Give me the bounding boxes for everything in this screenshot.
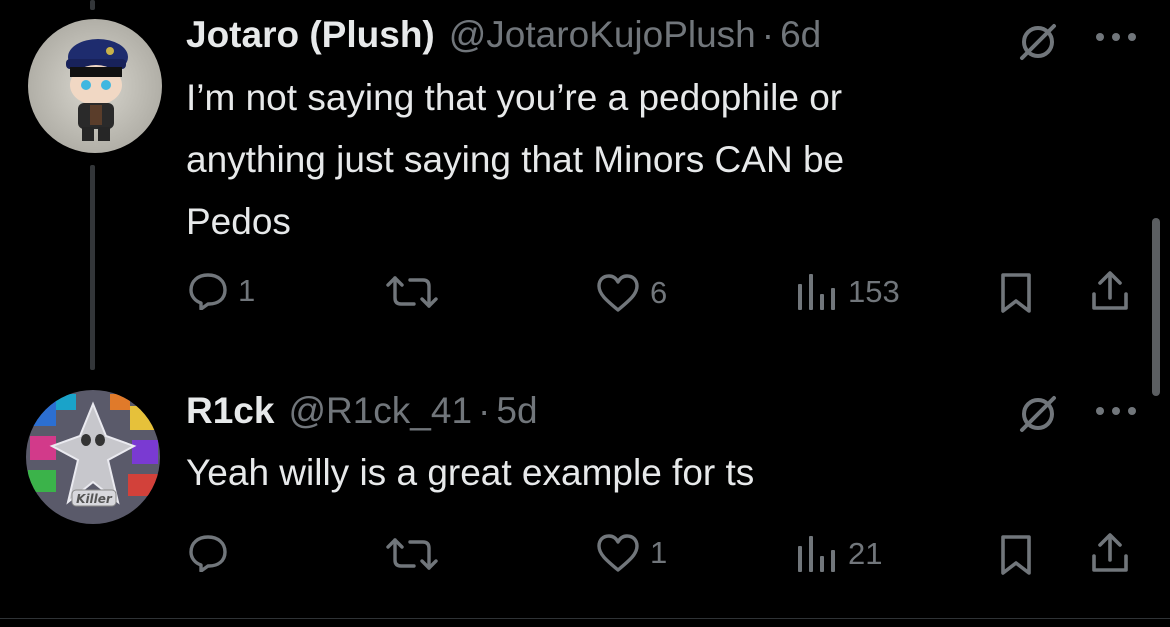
avatar-text: Killer	[76, 492, 113, 506]
like-count: 1	[650, 535, 668, 570]
tweet-text: Yeah willy is a great example for ts	[186, 442, 1086, 504]
reply-button[interactable]	[188, 534, 238, 572]
views-count: 153	[848, 274, 900, 309]
share-button[interactable]	[1090, 270, 1130, 312]
display-name[interactable]: Jotaro (Plush)	[186, 14, 435, 56]
reply-icon	[189, 535, 227, 572]
retweet-icon	[386, 538, 438, 570]
timestamp[interactable]: 6d	[780, 14, 821, 56]
like-button[interactable]: 1	[596, 534, 667, 572]
timestamp[interactable]: 5d	[496, 390, 537, 432]
tweet-text-line: Pedos	[186, 201, 291, 242]
share-button[interactable]	[1090, 532, 1130, 574]
tweet-header: R1ck @R1ck_41 · 5d	[186, 390, 538, 432]
separator: ·	[478, 390, 491, 431]
tweet-text-line: I’m not saying that you’re a pedophile o…	[186, 77, 843, 118]
retweet-button[interactable]	[386, 276, 448, 308]
more-icon[interactable]	[1094, 30, 1138, 49]
reply-button[interactable]: 1	[188, 272, 255, 310]
scrollbar[interactable]	[1152, 218, 1160, 396]
username[interactable]: @JotaroKujoPlush	[449, 14, 756, 56]
views-icon	[798, 536, 835, 572]
separator: ·	[761, 14, 775, 55]
like-button[interactable]: 6	[596, 274, 667, 312]
bookmark-icon	[1001, 535, 1031, 575]
tweet-text: I’m not saying that you’re a pedophile o…	[186, 67, 1086, 253]
display-name[interactable]: R1ck	[186, 390, 274, 432]
thread-line	[90, 165, 95, 370]
like-icon	[597, 274, 639, 312]
reply-count: 1	[238, 273, 256, 308]
divider	[0, 618, 1170, 619]
tweet-header: Jotaro (Plush) @JotaroKujoPlush · 6d	[186, 14, 821, 56]
thread-line-top	[90, 0, 95, 10]
views-count: 21	[848, 536, 883, 571]
bookmark-icon	[1001, 273, 1031, 313]
more-icon[interactable]	[1094, 404, 1138, 423]
like-count: 6	[650, 275, 668, 310]
retweet-button[interactable]	[386, 538, 448, 570]
grok-icon[interactable]	[1014, 18, 1062, 71]
retweet-icon	[386, 276, 438, 308]
views-button[interactable]: 21	[796, 534, 882, 574]
share-icon	[1092, 533, 1128, 572]
like-icon	[597, 534, 639, 572]
tweet-text-line: Yeah willy is a great example for ts	[186, 452, 755, 493]
views-button[interactable]: 153	[796, 272, 900, 312]
bookmark-button[interactable]	[1000, 272, 1032, 314]
username[interactable]: @R1ck_41	[288, 390, 472, 432]
reply-icon	[189, 273, 227, 310]
avatar[interactable]	[28, 19, 162, 153]
views-icon	[798, 274, 835, 310]
grok-icon[interactable]	[1014, 390, 1062, 443]
tweet-text-line: anything just saying that Minors CAN be	[186, 139, 845, 180]
bookmark-button[interactable]	[1000, 534, 1032, 576]
share-icon	[1092, 271, 1128, 310]
avatar[interactable]: Killer	[26, 390, 160, 524]
